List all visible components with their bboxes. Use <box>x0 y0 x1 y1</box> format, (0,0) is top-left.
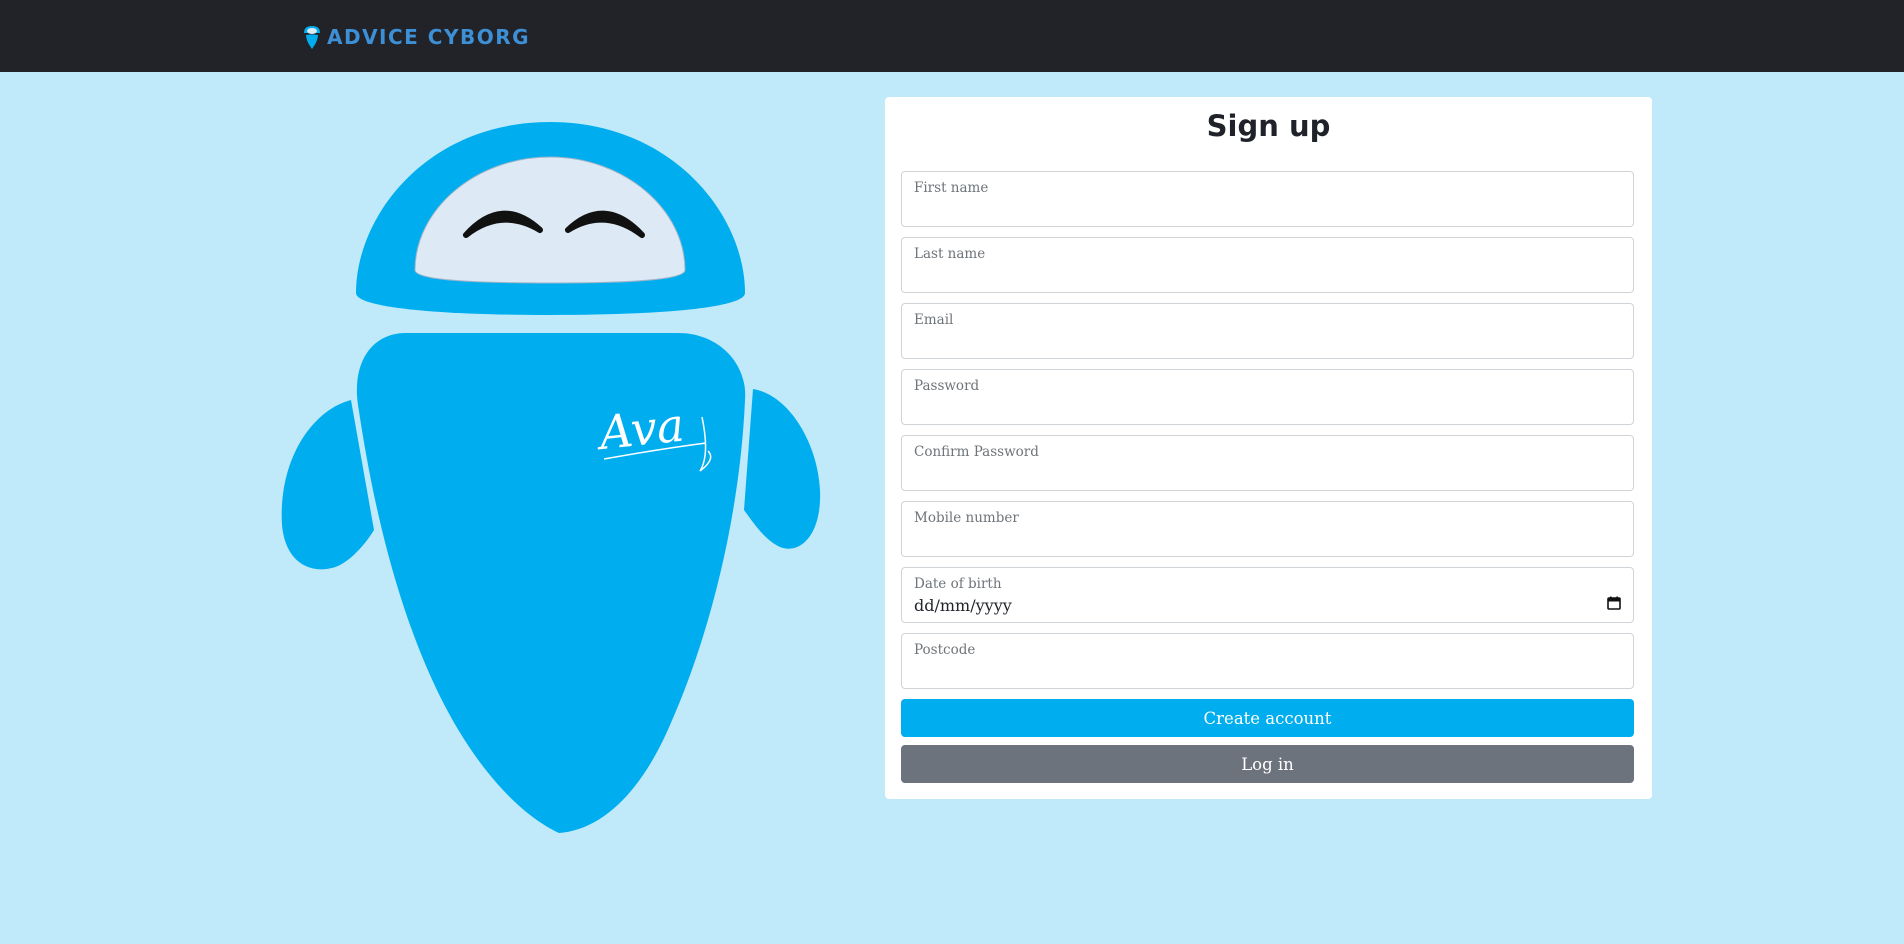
last-name-input[interactable] <box>914 266 1614 288</box>
first-name-label: First name <box>914 180 989 196</box>
confirm-password-label: Confirm Password <box>914 444 1039 460</box>
first-name-field[interactable]: First name <box>901 171 1634 227</box>
signup-card: Sign up First name Last name Email Passw… <box>885 97 1652 799</box>
email-label: Email <box>914 312 954 328</box>
mobile-number-input[interactable] <box>914 530 1614 552</box>
mobile-number-label: Mobile number <box>914 510 1019 526</box>
first-name-input[interactable] <box>914 200 1614 222</box>
calendar-icon[interactable] <box>1607 596 1621 610</box>
email-field[interactable]: Email <box>901 303 1634 359</box>
robot-body <box>356 333 746 833</box>
robot-mascot: Ava <box>281 122 821 833</box>
create-account-button[interactable]: Create account <box>901 699 1634 737</box>
brand-link[interactable]: ADVICE CYBORG <box>303 22 530 52</box>
confirm-password-input[interactable] <box>914 464 1614 486</box>
password-input[interactable] <box>914 398 1614 420</box>
page-title: Sign up <box>1206 109 1331 143</box>
mobile-number-field[interactable]: Mobile number <box>901 501 1634 557</box>
last-name-field[interactable]: Last name <box>901 237 1634 293</box>
last-name-label: Last name <box>914 246 986 262</box>
postcode-field[interactable]: Postcode <box>901 633 1634 689</box>
robot-left-arm <box>281 400 374 570</box>
date-of-birth-field[interactable]: Date of birth dd/mm/yyyy <box>901 567 1634 623</box>
postcode-input[interactable] <box>914 662 1614 684</box>
email-input[interactable] <box>914 332 1614 354</box>
password-label: Password <box>914 378 980 394</box>
top-navbar: ADVICE CYBORG <box>0 0 1904 72</box>
robot-name-text: Ava <box>593 397 687 460</box>
date-of-birth-input[interactable]: dd/mm/yyyy <box>914 596 1012 615</box>
password-field[interactable]: Password <box>901 369 1634 425</box>
robot-right-arm <box>744 389 821 549</box>
confirm-password-field[interactable]: Confirm Password <box>901 435 1634 491</box>
log-in-button[interactable]: Log in <box>901 745 1634 783</box>
brand-name: ADVICE CYBORG <box>327 25 531 49</box>
robot-icon <box>304 25 320 49</box>
postcode-label: Postcode <box>914 642 976 658</box>
date-of-birth-label: Date of birth <box>914 576 1002 592</box>
